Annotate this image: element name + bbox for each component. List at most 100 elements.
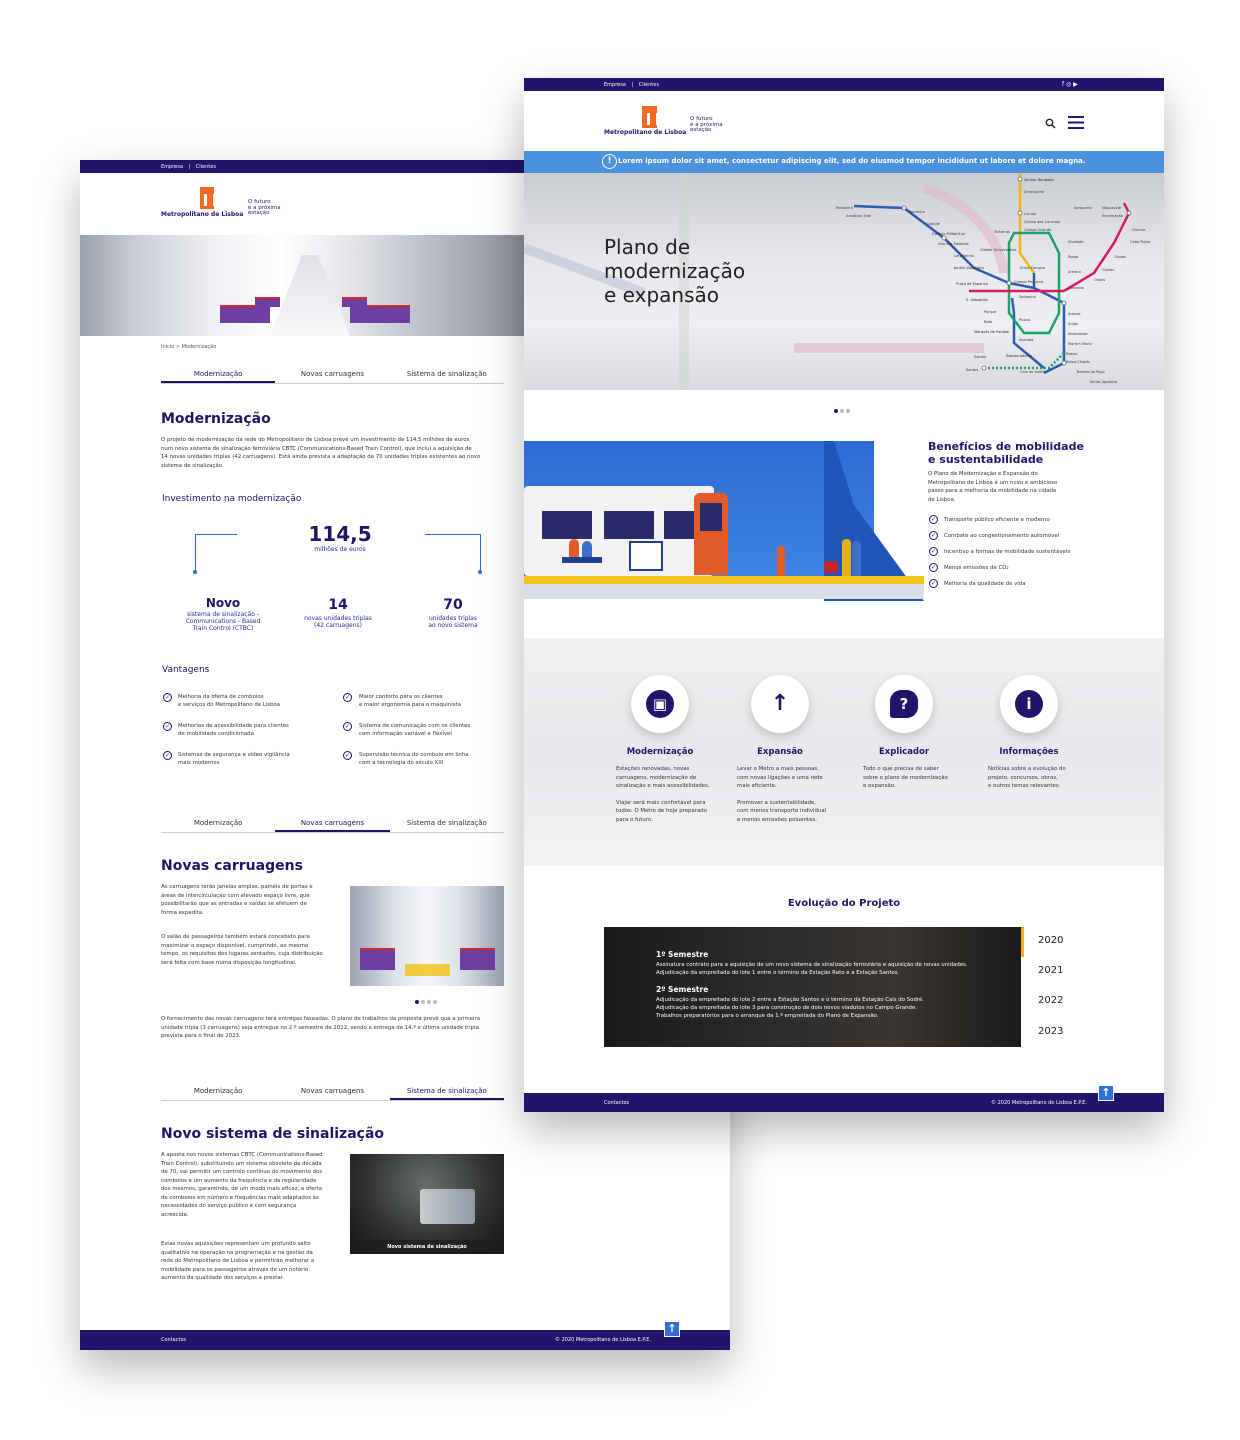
breadcrumb[interactable]: Início > Modernização: [161, 344, 216, 350]
map-label: S. Sebastião: [966, 298, 988, 302]
card-text: Estações renovadas, novas carruagens, mo…: [616, 765, 726, 824]
text-line: Estas novas aquisições representam um pr…: [161, 1241, 311, 1247]
tab-novas-carruagens[interactable]: Novas carruagens: [275, 815, 390, 832]
year-2021[interactable]: 2021: [1038, 965, 1063, 976]
check-icon: ✓: [929, 515, 938, 524]
map-label: Terreiro do Paço: [1075, 370, 1105, 374]
map-label: Lumiar: [1024, 212, 1037, 216]
text-line: com menos transporte individual: [737, 808, 827, 814]
tunnel-image: Novo sistema de sinalização: [350, 1154, 504, 1254]
benefits-title: Benefícios de mobilidade e sustentabilid…: [928, 440, 1084, 466]
logo-mark-icon: [642, 106, 659, 128]
tab-novas-carruagens[interactable]: Novas carruagens: [275, 1083, 389, 1100]
check-icon: ✓: [343, 751, 352, 760]
semester-text: Assinatura contrato para a aquisição de …: [656, 961, 968, 977]
tab-modernizacao[interactable]: Modernização: [161, 1083, 275, 1100]
text-line: Communications - Based: [185, 618, 261, 625]
benefits-text: O Plano de Modernização e Expansão do Me…: [928, 470, 1088, 504]
connector-dot: [478, 570, 482, 574]
link-empresa[interactable]: Empresa: [604, 82, 626, 88]
map-label: Avenida: [1019, 338, 1033, 342]
text-line: novas unidades triplas: [304, 615, 372, 622]
text-line: com informação variável e flexível: [359, 731, 452, 737]
map-label: Cidade Universitária: [980, 248, 1017, 252]
text-line: Metropolitano de Lisboa é um novo e ambi…: [928, 479, 1058, 486]
search-icon[interactable]: [1045, 114, 1056, 129]
text-line: sobre o plano de modernização: [863, 774, 948, 781]
section-title: Modernização: [161, 411, 271, 427]
logo-name: Metropolitano de Lisboa: [161, 211, 244, 218]
tab-modernizacao[interactable]: Modernização: [161, 815, 275, 832]
text-line: ao novo sistema: [428, 622, 478, 629]
text-line: todos. O Metro de hoje preparado: [616, 808, 708, 814]
check-icon: ✓: [929, 563, 938, 572]
map-label: Baixa-Chiado: [1066, 360, 1090, 364]
tab-bar: Modernização Novas carruagens Sistema de…: [161, 815, 504, 833]
text-line: Adjudicação da empreitada do lote 1 entr…: [656, 970, 900, 976]
station-illustration: [524, 441, 924, 601]
map-label: Encarnação: [1102, 214, 1123, 218]
year-2022[interactable]: 2022: [1038, 995, 1063, 1006]
card-title: Explicador: [878, 747, 930, 757]
check-icon: ✓: [343, 722, 352, 731]
text-line: comboios e um aumento da frequência e da…: [161, 1177, 317, 1184]
connector-line: [425, 534, 480, 535]
link-clientes[interactable]: Clientes: [196, 164, 216, 170]
map-label: Carnide: [926, 222, 941, 226]
tab-sistema-sinalizacao[interactable]: Sistema de sinalização: [389, 1083, 504, 1100]
link-empresa[interactable]: Empresa: [161, 164, 183, 170]
advantage-item: Sistemas de segurança e vídeo vigilância…: [178, 751, 318, 767]
year-2020[interactable]: 2020: [1038, 935, 1063, 946]
hero-carousel-dots[interactable]: [834, 398, 852, 417]
alert-banner[interactable]: ! Lorem ipsum dolor sit amet, consectetu…: [524, 151, 1164, 173]
social-icons[interactable]: f ◎ ▶: [1062, 81, 1078, 88]
benefit-item: Melhoria da qualidade de vida: [944, 581, 1026, 587]
tab-novas-carruagens[interactable]: Novas carruagens: [275, 366, 389, 383]
map-label: Olivais: [1114, 255, 1126, 259]
text-line: qualitativo na operação na programação e…: [161, 1249, 313, 1256]
carousel-dots[interactable]: [415, 989, 439, 1008]
text-line: Supervisão técnica do comboio em linha: [359, 752, 469, 758]
map-label: Alvalade: [1068, 240, 1084, 244]
title-line: Benefícios de mobilidade: [928, 440, 1084, 453]
metro-map[interactable]: Senhor Roubado Ameixoeira Lumiar Quinta …: [834, 173, 1164, 390]
text-line: passo para a melhoria da mobilidade na c…: [928, 488, 1057, 494]
map-label: Jardim Zoológico: [953, 266, 984, 270]
investment-unit: milhões de euros: [314, 546, 366, 553]
text-line: Viajar será mais confortável para: [616, 799, 706, 806]
map-label: Entre Campos: [1020, 266, 1045, 270]
text-line: O Plano de Modernização e Expansão do: [928, 471, 1038, 477]
carruagens-text: O salão de passageiros também estará con…: [161, 933, 341, 967]
text-line: Assinatura contrato para a aquisição de …: [656, 962, 968, 968]
menu-icon[interactable]: [1068, 114, 1084, 129]
map-label: Marquês de Pombal: [974, 330, 1009, 334]
map-label: Santa Apolónia: [1090, 380, 1117, 384]
bench: [562, 557, 602, 563]
card-text: Levar o Metro a mais pessoas, com novas …: [737, 765, 847, 824]
map-label: Ameixoeira: [1024, 190, 1044, 194]
tab-modernizacao[interactable]: Modernização: [161, 366, 276, 383]
train-car: [524, 486, 714, 576]
link-clientes[interactable]: Clientes: [639, 82, 659, 88]
map-label: Martim Moniz: [1068, 342, 1092, 346]
map-label: Amadora Este: [846, 214, 872, 218]
text-line: Estações renovadas, novas: [616, 766, 690, 772]
seat: [220, 305, 270, 323]
back-to-top-button[interactable]: ↑: [664, 1321, 680, 1337]
connector-line: [195, 534, 196, 571]
tab-sistema-sinalizacao[interactable]: Sistema de sinalização: [390, 366, 504, 383]
text-line: Sistema de comunicação com os clientes: [359, 723, 471, 729]
footer-contactos-link[interactable]: Contactos: [604, 1100, 629, 1106]
separator: |: [631, 82, 634, 88]
advantage-item: Sistema de comunicação com os clientes co…: [359, 722, 499, 738]
stat-value: 14: [328, 597, 348, 613]
back-to-top-button[interactable]: ↑: [1098, 1085, 1114, 1101]
slogan-line: estação: [690, 127, 712, 133]
text-line: Adjudicação da empreitada do lote 3 para…: [656, 1005, 918, 1011]
text-line: forma expedita.: [161, 909, 204, 916]
footer-contactos-link[interactable]: Contactos: [161, 1337, 186, 1343]
year-2023[interactable]: 2023: [1038, 1026, 1063, 1037]
metro-icon: ▣: [646, 690, 674, 718]
stat-value: Novo: [205, 596, 241, 610]
tab-sistema-sinalizacao[interactable]: Sistema de sinalização: [390, 815, 504, 832]
